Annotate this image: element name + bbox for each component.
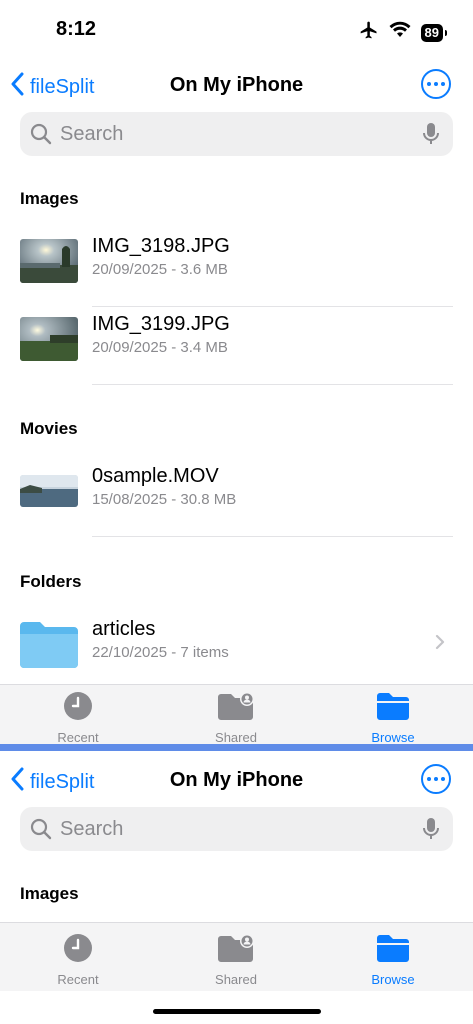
image-thumbnail — [20, 317, 78, 361]
file-row-img-3199[interactable]: IMG_3199.JPG 20/09/2025 - 3.4 MB — [20, 307, 453, 385]
search-input[interactable]: Search — [60, 123, 423, 146]
video-thumbnail — [20, 475, 78, 507]
file-name: IMG_3198.JPG — [92, 235, 230, 257]
page-title: On My iPhone — [169, 769, 304, 791]
ellipsis-icon — [427, 777, 431, 781]
tab-label: Browse — [371, 972, 415, 987]
tab-label: Recent — [57, 730, 99, 745]
airplane-icon — [359, 20, 379, 45]
folder-meta: 22/10/2025 - 7 items — [92, 644, 229, 661]
tab-shared[interactable]: Shared — [176, 691, 296, 745]
search-icon — [30, 818, 52, 840]
tab-browse[interactable]: Browse — [333, 691, 453, 745]
tab-recent[interactable]: Recent — [18, 933, 138, 987]
chevron-right-icon — [435, 634, 445, 655]
section-header-movies: Movies — [20, 419, 78, 438]
file-name: 0sample.MOV — [92, 465, 219, 487]
search-field-secondary[interactable]: Search — [20, 807, 453, 851]
tab-recent[interactable]: Recent — [18, 691, 138, 745]
page-title: On My iPhone — [169, 74, 304, 96]
browse-folder-icon — [375, 693, 411, 725]
wifi-icon — [389, 21, 411, 44]
microphone-icon[interactable] — [423, 817, 439, 841]
section-header-images: Images — [20, 189, 79, 208]
file-meta: 20/09/2025 - 3.4 MB — [92, 339, 228, 356]
search-input[interactable]: Search — [60, 818, 423, 841]
ellipsis-icon — [427, 82, 431, 86]
clock-icon — [63, 692, 93, 725]
home-indicator[interactable] — [153, 1009, 321, 1014]
tab-label: Shared — [215, 972, 257, 987]
more-options-button[interactable] — [421, 69, 451, 99]
folder-icon — [20, 620, 78, 668]
file-row-img-3198[interactable]: IMG_3198.JPG 20/09/2025 - 3.6 MB — [20, 229, 453, 307]
tab-shared[interactable]: Shared — [176, 933, 296, 987]
tab-label: Recent — [57, 972, 99, 987]
shared-folder-icon — [216, 934, 256, 967]
folder-row-articles[interactable]: articles 22/10/2025 - 7 items — [20, 612, 453, 676]
folder-name: articles — [92, 618, 156, 640]
tab-bar-secondary: Recent Shared Browse — [0, 922, 473, 991]
split-divider — [0, 744, 473, 751]
navigation-bar: fileSplit On My iPhone — [0, 66, 473, 106]
navigation-bar-secondary: fileSplit On My iPhone — [0, 761, 473, 801]
tab-label: Browse — [371, 730, 415, 745]
clock-icon — [63, 934, 93, 967]
search-icon — [30, 123, 52, 145]
tab-label: Shared — [215, 730, 257, 745]
section-header-folders: Folders — [20, 572, 82, 591]
row-divider — [92, 536, 453, 537]
row-divider — [92, 384, 453, 385]
status-icons: 89 — [359, 20, 448, 45]
status-time: 8:12 — [56, 18, 97, 40]
microphone-icon[interactable] — [423, 122, 439, 146]
section-header-images: Images — [20, 884, 79, 903]
file-row-0sample-mov[interactable]: 0sample.MOV 15/08/2025 - 30.8 MB — [20, 459, 453, 537]
shared-folder-icon — [216, 692, 256, 725]
image-thumbnail — [20, 239, 78, 283]
search-field[interactable]: Search — [20, 112, 453, 156]
file-name: IMG_3199.JPG — [92, 313, 230, 335]
battery-icon: 89 — [420, 23, 448, 42]
tab-bar: Recent Shared Browse — [0, 684, 473, 745]
tab-browse[interactable]: Browse — [333, 933, 453, 987]
browse-folder-icon — [375, 935, 411, 967]
file-meta: 20/09/2025 - 3.6 MB — [92, 261, 228, 278]
more-options-button[interactable] — [421, 764, 451, 794]
file-meta: 15/08/2025 - 30.8 MB — [92, 491, 237, 508]
